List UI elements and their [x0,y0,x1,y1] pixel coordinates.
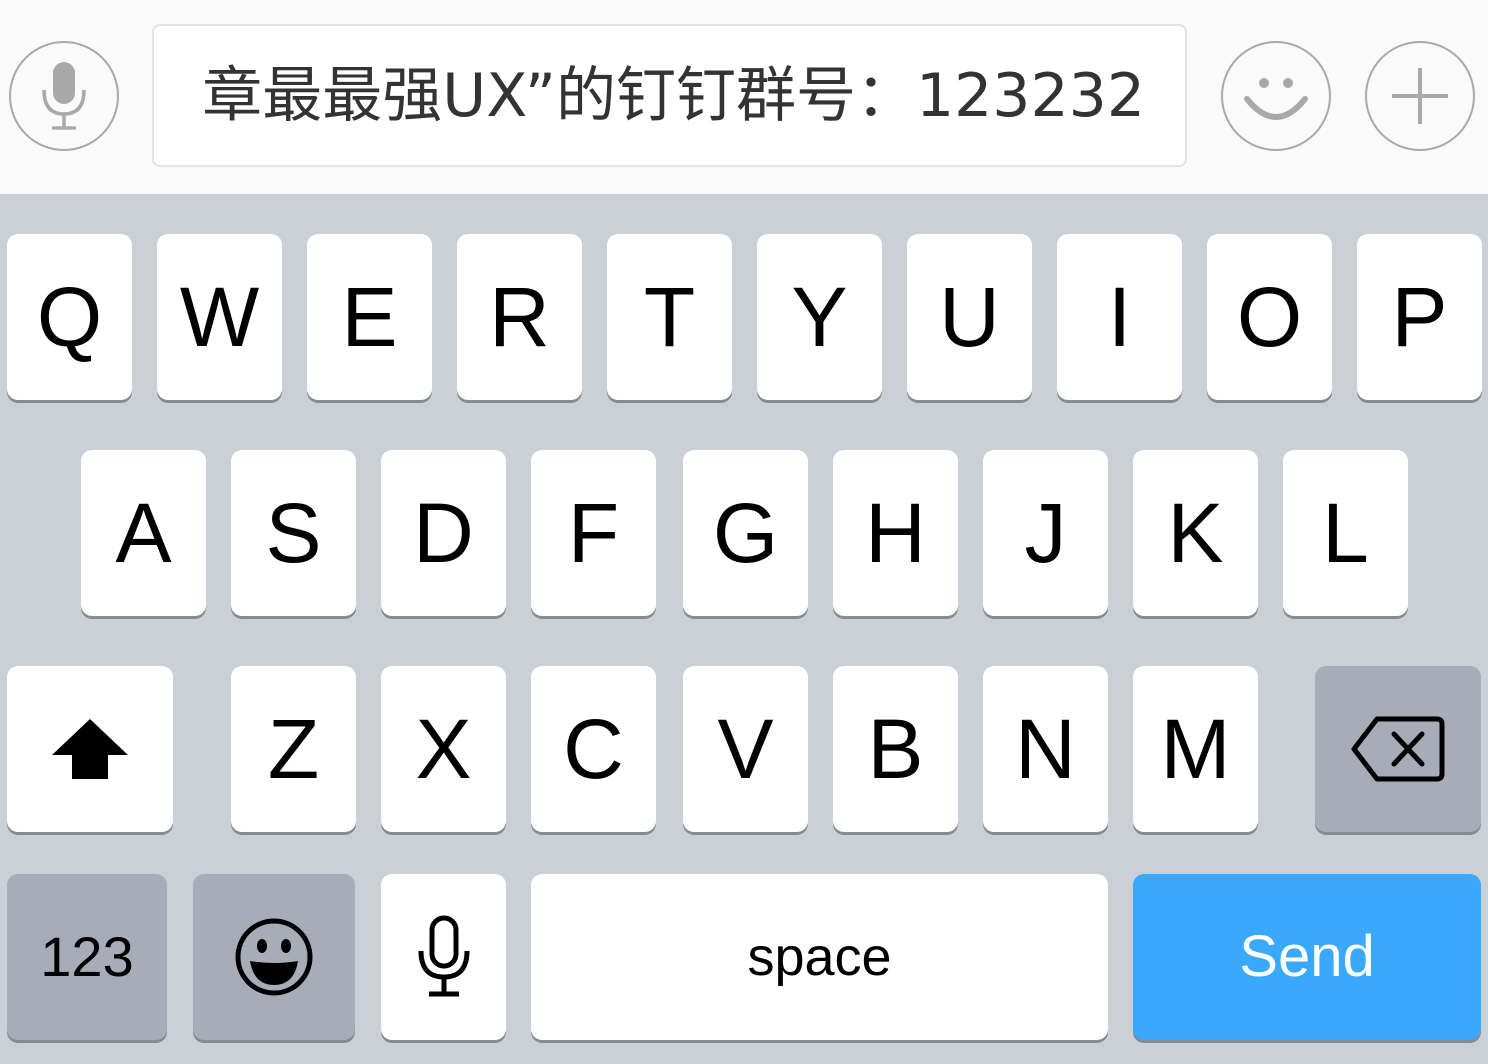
send-button[interactable]: Send [1133,874,1481,1040]
key-label: J [1024,486,1067,580]
key-z[interactable]: Z [231,666,356,832]
key-label: X [415,702,472,796]
shift-arrow-icon [52,719,128,779]
key-q[interactable]: Q [7,234,132,400]
key-u[interactable]: U [907,234,1032,400]
key-label: C [563,702,624,796]
delete-key[interactable] [1315,666,1481,832]
key-n[interactable]: N [983,666,1108,832]
key-w[interactable]: W [157,234,282,400]
key-g[interactable]: G [683,450,808,616]
key-f[interactable]: F [531,450,656,616]
message-input-field[interactable]: 章最最强UX”的钉钉群号：123232 [152,24,1187,167]
key-o[interactable]: O [1207,234,1332,400]
key-label: N [1015,702,1076,796]
message-input-bar: 章最最强UX”的钉钉群号：123232 [0,0,1488,194]
emoji-face-icon [235,918,313,996]
key-label: D [413,486,474,580]
key-label: P [1391,270,1448,364]
shift-key[interactable] [7,666,173,832]
backspace-icon [1351,716,1445,782]
key-t[interactable]: T [607,234,732,400]
key-e[interactable]: E [307,234,432,400]
numbers-key[interactable]: 123 [7,874,167,1040]
key-label: M [1160,702,1231,796]
key-c[interactable]: C [531,666,656,832]
key-p[interactable]: P [1357,234,1482,400]
numbers-key-label: 123 [40,925,134,988]
send-button-label: Send [1239,924,1375,989]
smiley-face-icon [1244,78,1308,120]
key-label: H [865,486,926,580]
key-label: L [1322,486,1369,580]
message-text: 章最最强UX”的钉钉群号：123232 [202,60,1145,131]
microphone-icon [42,62,86,130]
key-label: R [489,270,550,364]
key-label: U [939,270,1000,364]
voice-input-button[interactable] [9,41,119,151]
key-m[interactable]: M [1133,666,1258,832]
key-b[interactable]: B [833,666,958,832]
key-d[interactable]: D [381,450,506,616]
microphone-icon [418,915,469,997]
key-label: Q [36,270,103,364]
key-k[interactable]: K [1133,450,1258,616]
key-label: T [643,270,696,364]
key-s[interactable]: S [231,450,356,616]
plus-icon [1392,68,1448,124]
dictation-key[interactable] [381,874,506,1040]
key-i[interactable]: I [1057,234,1182,400]
key-label: K [1167,486,1224,580]
keyboard: Q W E R T Y U I O P A S D F G H J K L Z … [0,194,1488,1064]
space-key-label: space [747,927,892,987]
key-label: S [265,486,322,580]
space-key[interactable]: space [531,874,1108,1040]
key-l[interactable]: L [1283,450,1408,616]
key-r[interactable]: R [457,234,582,400]
key-j[interactable]: J [983,450,1108,616]
key-a[interactable]: A [81,450,206,616]
emoji-keyboard-key[interactable] [193,874,355,1040]
key-h[interactable]: H [833,450,958,616]
emoji-button[interactable] [1221,41,1331,151]
key-v[interactable]: V [683,666,808,832]
key-label: O [1236,270,1303,364]
key-label: I [1107,270,1132,364]
key-x[interactable]: X [381,666,506,832]
key-y[interactable]: Y [757,234,882,400]
key-label: F [567,486,620,580]
key-label: V [717,702,774,796]
key-label: G [712,486,779,580]
key-label: B [867,702,924,796]
key-label: Z [267,702,320,796]
key-label: A [115,486,172,580]
key-label: E [341,270,398,364]
more-options-button[interactable] [1365,41,1475,151]
key-label: Y [791,270,848,364]
key-label: W [179,270,260,364]
